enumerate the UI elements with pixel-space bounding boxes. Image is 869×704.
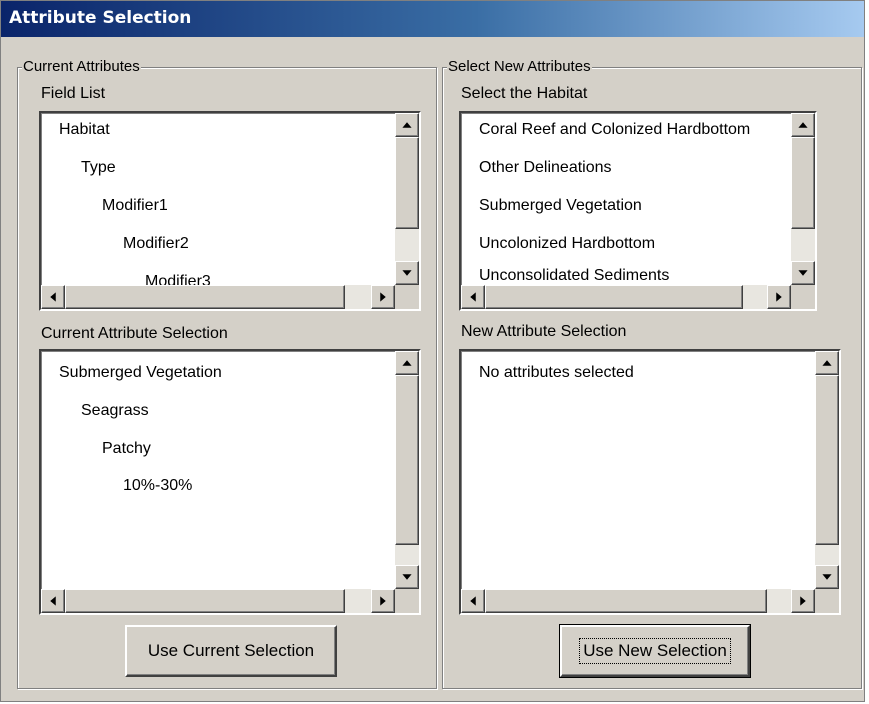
habitat-list-box[interactable]: Coral Reef and Colonized Hardbottom Othe… bbox=[459, 111, 817, 311]
scroll-right-button[interactable] bbox=[371, 285, 395, 309]
scroll-corner bbox=[395, 285, 419, 309]
scroll-corner bbox=[815, 589, 839, 613]
field-list-box[interactable]: Habitat Type Modifier1 Modifier2 Modifie… bbox=[39, 111, 421, 311]
scroll-thumb[interactable] bbox=[791, 137, 815, 229]
new-selection-box[interactable]: No attributes selected bbox=[459, 349, 841, 615]
triangle-down-icon bbox=[798, 270, 808, 276]
triangle-right-icon bbox=[776, 292, 782, 302]
triangle-down-icon bbox=[822, 574, 832, 580]
scroll-thumb[interactable] bbox=[395, 137, 419, 229]
triangle-left-icon bbox=[470, 596, 476, 606]
scroll-down-button[interactable] bbox=[815, 565, 839, 589]
triangle-right-icon bbox=[380, 596, 386, 606]
select-new-attributes-caption: Select New Attributes bbox=[447, 58, 592, 76]
use-current-selection-button[interactable]: Use Current Selection bbox=[125, 625, 337, 677]
scroll-thumb[interactable] bbox=[485, 285, 743, 309]
scroll-left-button[interactable] bbox=[41, 589, 65, 613]
scroll-right-button[interactable] bbox=[767, 285, 791, 309]
scroll-right-button[interactable] bbox=[371, 589, 395, 613]
horizontal-scrollbar[interactable] bbox=[41, 285, 395, 309]
new-selection-label: New Attribute Selection bbox=[461, 323, 627, 340]
horizontal-scrollbar[interactable] bbox=[41, 589, 395, 613]
use-new-selection-label: Use New Selection bbox=[579, 638, 731, 664]
triangle-up-icon bbox=[798, 122, 808, 128]
scroll-left-button[interactable] bbox=[461, 589, 485, 613]
triangle-up-icon bbox=[402, 360, 412, 366]
list-item[interactable]: Modifier2 bbox=[123, 234, 189, 254]
scroll-up-button[interactable] bbox=[815, 351, 839, 375]
list-item[interactable]: Modifier3 bbox=[145, 272, 211, 285]
scroll-thumb[interactable] bbox=[815, 375, 839, 545]
scroll-left-button[interactable] bbox=[461, 285, 485, 309]
scroll-thumb[interactable] bbox=[65, 589, 345, 613]
triangle-right-icon bbox=[800, 596, 806, 606]
current-attributes-caption: Current Attributes bbox=[22, 58, 141, 76]
current-selection-box[interactable]: Submerged Vegetation Seagrass Patchy 10%… bbox=[39, 349, 421, 615]
current-selection-label: Current Attribute Selection bbox=[41, 325, 228, 342]
attribute-selection-dialog: Attribute Selection Current Attributes F… bbox=[0, 0, 865, 702]
vertical-scrollbar[interactable] bbox=[395, 113, 419, 285]
scroll-left-button[interactable] bbox=[41, 285, 65, 309]
triangle-right-icon bbox=[380, 292, 386, 302]
scroll-down-button[interactable] bbox=[395, 261, 419, 285]
window-title: Attribute Selection bbox=[9, 8, 192, 28]
triangle-left-icon bbox=[50, 596, 56, 606]
list-item[interactable]: Uncolonized Hardbottom bbox=[479, 234, 655, 254]
triangle-down-icon bbox=[402, 574, 412, 580]
horizontal-scrollbar[interactable] bbox=[461, 285, 791, 309]
list-item[interactable]: Patchy bbox=[102, 439, 151, 459]
list-item[interactable]: Unconsolidated Sediments bbox=[479, 266, 669, 285]
list-item[interactable]: Type bbox=[81, 158, 116, 178]
triangle-down-icon bbox=[402, 270, 412, 276]
list-item[interactable]: Modifier1 bbox=[102, 196, 168, 216]
list-item[interactable]: Submerged Vegetation bbox=[479, 196, 642, 216]
scroll-corner bbox=[791, 285, 815, 309]
scroll-up-button[interactable] bbox=[395, 351, 419, 375]
scroll-thumb[interactable] bbox=[395, 375, 419, 545]
triangle-left-icon bbox=[470, 292, 476, 302]
vertical-scrollbar[interactable] bbox=[815, 351, 839, 589]
triangle-up-icon bbox=[402, 122, 412, 128]
list-item[interactable]: Other Delineations bbox=[479, 158, 612, 178]
scroll-up-button[interactable] bbox=[395, 113, 419, 137]
scroll-down-button[interactable] bbox=[791, 261, 815, 285]
scroll-thumb[interactable] bbox=[485, 589, 767, 613]
scroll-right-button[interactable] bbox=[791, 589, 815, 613]
list-item[interactable]: Habitat bbox=[59, 120, 110, 140]
list-item[interactable]: Seagrass bbox=[81, 401, 149, 421]
list-item[interactable]: 10%-30% bbox=[123, 476, 192, 496]
scroll-down-button[interactable] bbox=[395, 565, 419, 589]
horizontal-scrollbar[interactable] bbox=[461, 589, 815, 613]
select-habitat-label: Select the Habitat bbox=[461, 85, 588, 102]
use-new-selection-button[interactable]: Use New Selection bbox=[559, 624, 751, 678]
scroll-thumb[interactable] bbox=[65, 285, 345, 309]
vertical-scrollbar[interactable] bbox=[395, 351, 419, 589]
title-bar[interactable]: Attribute Selection bbox=[1, 1, 864, 37]
list-item[interactable]: No attributes selected bbox=[479, 363, 634, 383]
scroll-corner bbox=[395, 589, 419, 613]
list-item[interactable]: Submerged Vegetation bbox=[59, 363, 222, 383]
list-item[interactable]: Coral Reef and Colonized Hardbottom bbox=[479, 120, 750, 140]
triangle-up-icon bbox=[822, 360, 832, 366]
scroll-up-button[interactable] bbox=[791, 113, 815, 137]
triangle-left-icon bbox=[50, 292, 56, 302]
field-list-label: Field List bbox=[41, 85, 106, 102]
vertical-scrollbar[interactable] bbox=[791, 113, 815, 285]
